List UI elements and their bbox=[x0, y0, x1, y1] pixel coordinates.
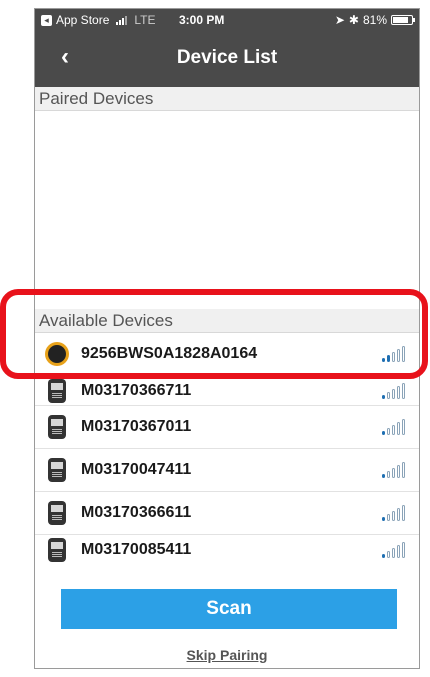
device-row[interactable]: M03170366711 bbox=[35, 376, 419, 406]
signal-strength-icon bbox=[382, 346, 405, 362]
signal-strength-icon bbox=[382, 382, 405, 399]
status-left: ◂ App Store LTE bbox=[41, 13, 171, 27]
gas-monitor-icon bbox=[45, 378, 69, 404]
signal-strength-icon bbox=[382, 542, 405, 558]
device-row[interactable]: 9256BWS0A1828A0164 bbox=[35, 333, 419, 376]
device-row[interactable]: M03170085411 bbox=[35, 535, 419, 565]
back-app-label[interactable]: App Store bbox=[56, 13, 109, 27]
device-name: M03170367011 bbox=[81, 418, 192, 435]
status-right: ➤ ✱ 81% bbox=[334, 13, 415, 27]
paired-devices-header: Paired Devices bbox=[35, 87, 419, 111]
available-devices-list: 9256BWS0A1828A0164 M03170366711 M0317036… bbox=[35, 333, 419, 565]
status-bar: ◂ App Store LTE 3:00 PM ➤ ✱ 81% bbox=[35, 9, 419, 31]
gas-monitor-icon bbox=[45, 500, 69, 526]
cell-signal-icon bbox=[116, 15, 128, 25]
device-name: M03170366711 bbox=[81, 381, 192, 399]
network-label: LTE bbox=[134, 13, 156, 27]
status-time: 3:00 PM bbox=[179, 13, 225, 27]
page-title: Device List bbox=[176, 47, 278, 68]
signal-strength-icon bbox=[382, 419, 405, 435]
signal-strength-icon bbox=[382, 505, 405, 521]
device-name: M03170085411 bbox=[81, 541, 192, 558]
gas-monitor-icon bbox=[45, 414, 69, 440]
round-gas-detector-icon bbox=[45, 341, 69, 367]
phone-screen: ◂ App Store LTE 3:00 PM ➤ ✱ 81% ‹ Device… bbox=[34, 8, 420, 669]
back-to-app-icon[interactable]: ◂ bbox=[41, 14, 52, 26]
gas-monitor-icon bbox=[45, 457, 69, 483]
navigation-bar: ‹ Device List bbox=[35, 31, 419, 87]
battery-percent: 81% bbox=[362, 13, 387, 27]
bluetooth-icon: ✱ bbox=[348, 13, 359, 27]
battery-fill bbox=[393, 17, 408, 23]
location-icon: ➤ bbox=[334, 13, 345, 27]
device-name: M03170366611 bbox=[81, 504, 192, 521]
device-row[interactable]: M03170367011 bbox=[35, 406, 419, 449]
device-name: M03170047411 bbox=[81, 461, 192, 478]
signal-strength-icon bbox=[382, 462, 405, 478]
gas-monitor-icon bbox=[45, 537, 69, 563]
scan-button[interactable]: Scan bbox=[61, 589, 397, 629]
device-row[interactable]: M03170047411 bbox=[35, 449, 419, 492]
device-name: 9256BWS0A1828A0164 bbox=[81, 345, 258, 362]
battery-icon bbox=[391, 15, 415, 25]
device-row[interactable]: M03170366611 bbox=[35, 492, 419, 535]
available-devices-header: Available Devices bbox=[35, 309, 419, 333]
paired-devices-list bbox=[35, 111, 419, 309]
skip-pairing-link[interactable]: Skip Pairing bbox=[35, 647, 419, 663]
